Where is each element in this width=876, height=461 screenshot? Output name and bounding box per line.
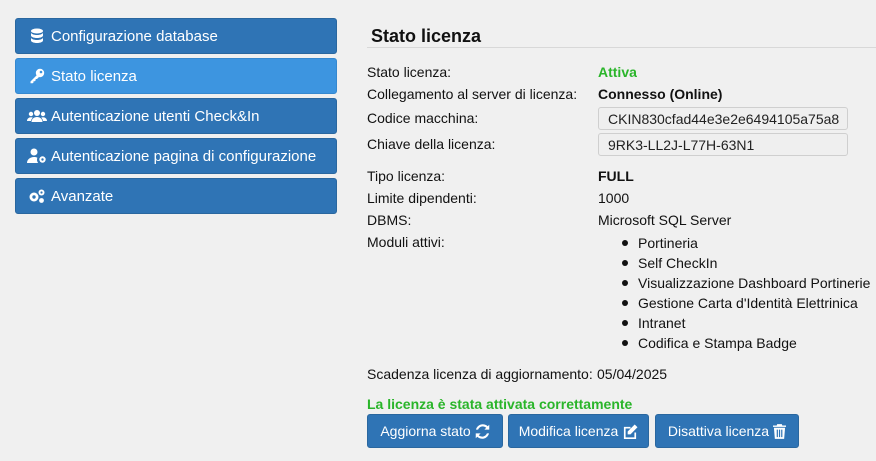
key-icon [27,68,47,84]
license-type-label: Tipo licenza: [367,168,446,184]
sidebar-item-autenticazione-pagina[interactable]: Autenticazione pagina di configurazione [15,138,337,174]
deactivate-license-button[interactable]: Disattiva licenza [655,414,799,448]
refresh-status-label: Aggiorna stato [380,423,471,439]
user-cog-icon [27,148,47,164]
list-item: Codifica e Stampa Badge [620,333,870,353]
dbms-value: Microsoft SQL Server [598,212,732,228]
list-item: Portineria [620,233,870,253]
sidebar-item-stato-licenza[interactable]: Stato licenza [15,58,337,94]
employee-limit-label: Limite dipendenti: [367,190,477,206]
list-item: Gestione Carta d'Identità Elettrinica [620,293,870,313]
trash-icon [773,423,787,439]
refresh-status-button[interactable]: Aggiorna stato [367,414,503,448]
sidebar-item-label: Autenticazione utenti Check&In [51,107,260,125]
users-icon [27,109,47,123]
refresh-icon [475,423,489,439]
cogs-icon [27,188,47,204]
deactivate-license-label: Disattiva licenza [667,423,770,439]
sidebar-item-label: Avanzate [51,187,114,205]
sidebar: Configurazione database Stato licenza Au… [15,18,337,218]
modules-list: Portineria Self CheckIn Visualizzazione … [620,233,870,353]
title-divider [367,47,876,48]
machine-code-field[interactable]: CKIN830cfad44e3e2e6494105a75a8 [598,107,848,130]
sidebar-item-label: Stato licenza [51,67,137,85]
list-item: Self CheckIn [620,253,870,273]
employee-limit-value: 1000 [598,190,630,206]
sidebar-item-label: Autenticazione pagina di configurazione [51,147,317,165]
page-title: Stato licenza [371,26,482,46]
license-type-value: FULL [598,168,634,184]
sidebar-item-autenticazione-utenti[interactable]: Autenticazione utenti Check&In [15,98,337,134]
edit-license-button[interactable]: Modifica licenza [508,414,649,448]
server-label: Collegamento al server di licenza: [367,86,578,102]
update-expiry-label: Scadenza licenza di aggiornamento: [367,366,593,382]
list-item: Intranet [620,313,870,333]
status-label: Stato licenza: [367,64,452,80]
license-key-label: Chiave della licenza: [367,136,496,152]
update-expiry-value: 05/04/2025 [597,366,668,382]
modules-label: Moduli attivi: [367,234,445,250]
sidebar-item-avanzate[interactable]: Avanzate [15,178,337,214]
license-key-field[interactable]: 9RK3-LL2J-L77H-63N1 [598,133,848,156]
list-item: Visualizzazione Dashboard Portinerie [620,273,870,293]
database-icon [27,28,47,44]
machine-code-label: Codice macchina: [367,110,479,126]
edit-icon [624,423,638,439]
sidebar-item-label: Configurazione database [51,27,218,45]
server-value: Connesso (Online) [598,86,723,102]
edit-license-label: Modifica licenza [518,423,619,439]
sidebar-item-configurazione-database[interactable]: Configurazione database [15,18,337,54]
success-message: La licenza è stata attivata correttament… [367,396,633,412]
status-value: Attiva [598,64,637,80]
dbms-label: DBMS: [367,212,412,228]
